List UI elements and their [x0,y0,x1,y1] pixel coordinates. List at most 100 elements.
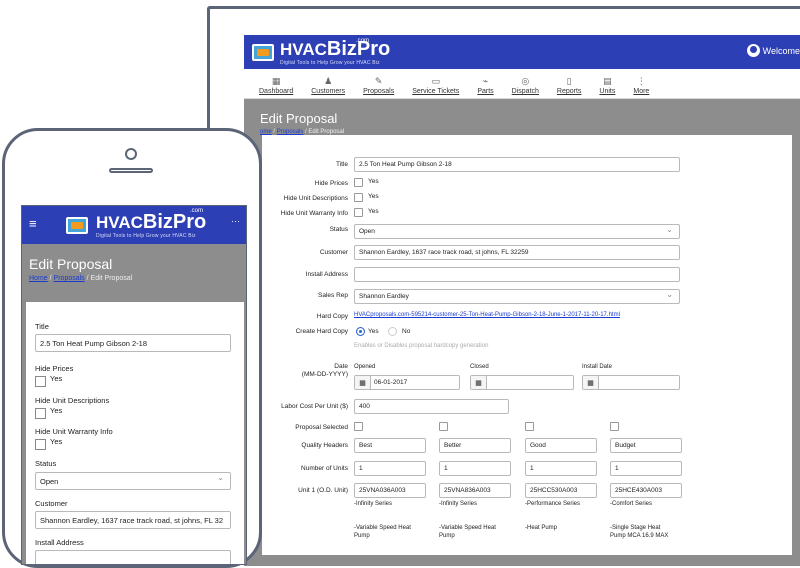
calendar-icon: ▦ [355,376,371,389]
main-nav: ▦ Dashboard ♟ Customers ✎ Proposals ▭ Servic… [244,69,800,99]
quality-headers-label: Quality Headers [301,442,348,449]
hide-unit-warranty-label: Hide Unit Warranty Info [35,427,113,436]
brand-logo[interactable]: HVACBizPro Digital Tools to Help Grow yo… [96,212,206,239]
hide-unit-warranty-checkbox[interactable] [35,439,46,450]
number-of-units-label: Number of Units [301,465,348,472]
dispatch-icon: ◎ [521,76,530,86]
unit-desc-text: -Heat Pump [525,525,558,531]
unit-code-input[interactable]: 25HCE430A003 [610,483,682,498]
quality-header-input[interactable]: Good [525,438,597,453]
create-hard-copy-no-radio[interactable] [388,327,397,336]
hamburger-menu-icon[interactable]: ≡ [29,216,37,231]
phone-camera-icon [125,148,137,160]
title-input[interactable]: 2.5 Ton Heat Pump Gibson 2-18 [354,157,680,172]
closed-label: Closed [470,364,489,370]
nav-reports[interactable]: ▯ Reports [548,76,591,98]
user-menu[interactable]: Welcome De [746,44,800,57]
install-address-input[interactable] [354,267,680,282]
hide-prices-checkbox[interactable] [354,178,363,187]
nav-parts[interactable]: ⌁ Parts [468,76,502,98]
nav-proposals[interactable]: ✎ Proposals [354,76,403,98]
quality-header-input[interactable]: Budget [610,438,682,453]
logo-icon [66,217,88,234]
closed-date-input[interactable]: ▦ [470,375,574,390]
labor-cost-input[interactable]: 400 [354,399,509,414]
unit-desc-text: Pump [354,533,370,539]
phone-screen: ≡ HVACBizPro Digital Tools to Help Grow … [21,205,247,565]
page-title: Edit Proposal [29,256,113,272]
status-select[interactable]: Open [35,472,231,490]
customer-input[interactable]: Shannon Eardley, 1637 race track road, s… [354,245,680,260]
logo-icon [252,43,274,61]
proposal-selected-label: Proposal Selected [295,424,348,431]
create-hard-copy-help: Enables or Disables proposal hardcopy ge… [354,343,489,349]
create-hard-copy-yes-radio[interactable] [356,327,365,336]
option-budget-selected-checkbox[interactable] [610,422,619,431]
title-input[interactable]: 2.5 Ton Heat Pump Gibson 2-18 [35,334,231,352]
more-icon: ⋮ [636,76,646,86]
number-of-units-input[interactable]: 1 [439,461,511,476]
unit-code-input[interactable]: 25HCC530A003 [525,483,597,498]
hide-unit-desc-label: Hide Unit Descriptions [35,396,110,405]
customers-icon: ♟ [324,76,333,86]
brand-com: .com [356,38,370,44]
customer-input[interactable]: Shannon Eardley, 1637 race track road, s… [35,511,231,529]
quality-header-input[interactable]: Best [354,438,426,453]
brand-logo[interactable]: HVACBizPro Digital Tools to Help Grow yo… [280,39,390,66]
hide-unit-warranty-checkbox[interactable] [354,208,363,217]
unit-desc-text: -Variable Speed Heat [439,525,496,531]
nav-dispatch[interactable]: ◎ Dispatch [503,76,548,98]
unit-code-input[interactable]: 25VNA036A003 [354,483,426,498]
brand-tagline: Digital Tools to Help Grow your HVAC Biz [280,59,380,66]
brand-name-part1: HVAC [280,39,327,59]
number-of-units-input[interactable]: 1 [610,461,682,476]
install-address-input[interactable] [35,550,231,564]
hard-copy-link[interactable]: HVACproposals.com-595214-customer-25-Ton… [354,312,620,318]
nav-customers[interactable]: ♟ Customers [302,76,354,98]
labor-cost-label: Labor Cost Per Unit ($) [281,403,348,410]
brand-com: .com [190,208,204,214]
hide-unit-desc-label: Hide Unit Descriptions [283,195,348,202]
page-title: Edit Proposal [260,111,338,126]
hide-prices-checkbox[interactable] [35,376,46,387]
unit-series-text: -Infinity Series [439,501,478,507]
calendar-icon: ▦ [471,376,487,389]
nav-units[interactable]: ▤ Units [590,76,624,98]
breadcrumb-home[interactable]: Home [29,275,48,282]
unit-code-input[interactable]: 25VNA836A003 [439,483,511,498]
opened-date-input[interactable]: ▦ 06-01-2017 [354,375,460,390]
number-of-units-input[interactable]: 1 [354,461,426,476]
quality-header-input[interactable]: Better [439,438,511,453]
number-of-units-input[interactable]: 1 [525,461,597,476]
service-tickets-icon: ▭ [431,76,441,86]
mobile-proposal-form: Title 2.5 Ton Heat Pump Gibson 2-18 Hide… [26,302,244,564]
breadcrumb: Home / Proposals / Edit Proposal [29,275,133,282]
install-date-input[interactable]: ▦ [582,375,680,390]
calendar-icon: ▦ [583,376,599,389]
option-best-selected-checkbox[interactable] [354,422,363,431]
units-icon: ▤ [603,76,612,86]
hard-copy-label: Hard Copy [316,313,348,320]
nav-dashboard[interactable]: ▦ Dashboard [250,76,302,98]
customer-label: Customer [35,499,68,508]
install-address-label: Install Address [35,538,84,547]
nav-more[interactable]: ⋮ More [624,76,658,98]
option-better-selected-checkbox[interactable] [439,422,448,431]
sales-rep-select[interactable]: Shannon Eardley [354,289,680,304]
phone-frame: ≡ HVACBizPro Digital Tools to Help Grow … [2,128,262,568]
option-good-selected-checkbox[interactable] [525,422,534,431]
nav-service-tickets[interactable]: ▭ Service Tickets [403,76,468,98]
install-date-label: Install Date [582,364,613,370]
unit-desc-text: Pump MCA 16.9 MAX [610,533,669,539]
hide-unit-desc-checkbox[interactable] [35,408,46,419]
breadcrumb-current: Edit Proposal [90,275,133,282]
user-avatar-icon [746,44,760,57]
dashboard-icon: ▦ [271,76,281,86]
hide-unit-desc-checkbox[interactable] [354,193,363,202]
hide-unit-warranty-label: Hide Unit Warranty Info [280,210,348,217]
mobile-app-header: ≡ HVACBizPro Digital Tools to Help Grow … [22,206,246,244]
breadcrumb-proposals[interactable]: Proposals [54,275,85,282]
status-select[interactable]: Open [354,224,680,239]
status-label: Status [35,459,57,468]
more-menu-icon[interactable]: ··· [231,216,240,226]
